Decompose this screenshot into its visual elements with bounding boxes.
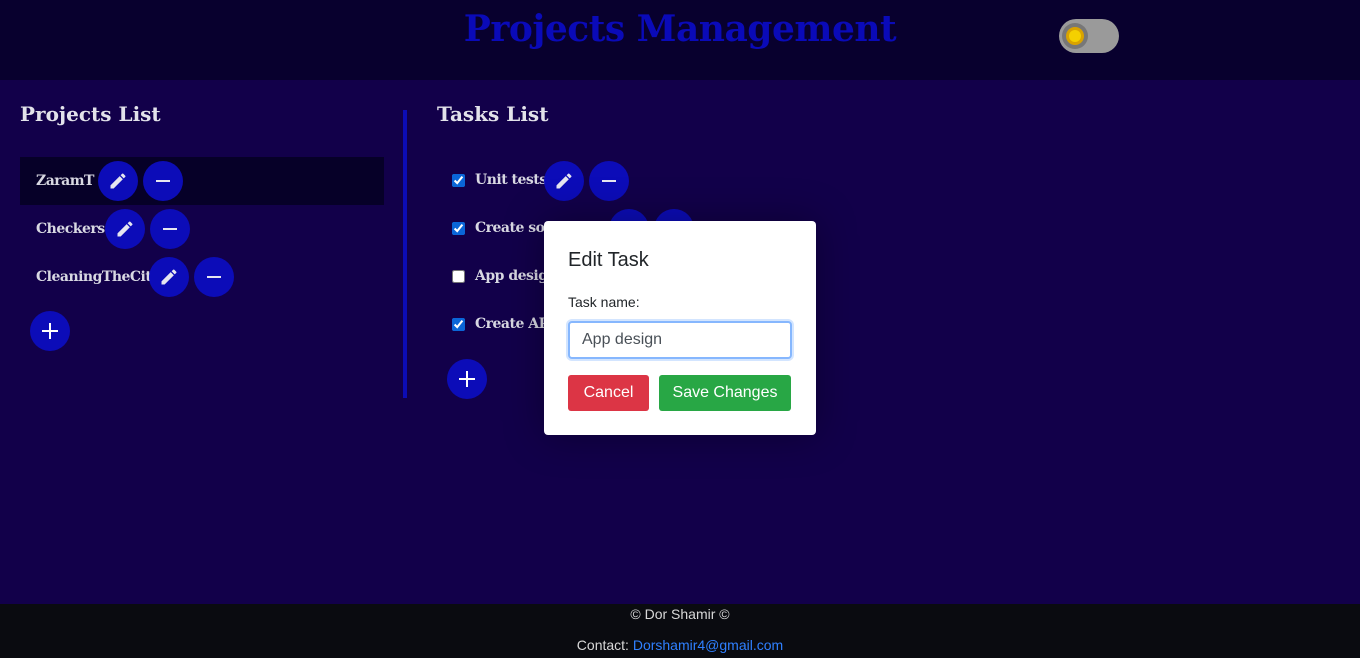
pencil-icon [556,173,572,189]
plus-icon [42,323,58,339]
task-item: Create API [452,309,555,339]
edit-task-modal: Edit Task Task name: Cancel Save Changes [544,221,816,435]
sun-icon [1069,30,1081,42]
minus-icon [156,180,170,182]
task-label: Unit tests [475,172,547,188]
cancel-button[interactable]: Cancel [568,375,649,411]
delete-project-button[interactable] [150,209,190,249]
task-checkbox[interactable] [452,269,465,283]
add-task-button[interactable] [447,359,487,399]
task-item: App design [452,261,558,291]
task-checkbox[interactable] [452,221,465,235]
app-title: Projects Management [463,8,897,50]
projects-list-title: Projects List [20,102,161,126]
project-label: ZaramT [36,173,94,189]
task-label: Create API [475,316,555,332]
add-project-button[interactable] [30,311,70,351]
theme-toggle[interactable] [1059,19,1119,53]
project-label: Checkers [36,221,105,237]
task-name-input[interactable] [568,321,792,359]
edit-project-button[interactable] [149,257,189,297]
pencil-icon [161,269,177,285]
copyright-text: © Dor Shamir © [630,606,730,622]
edit-project-button[interactable] [105,209,145,249]
plus-icon [459,371,475,387]
edit-task-button[interactable] [544,161,584,201]
contact-line: Contact: Dorshamir4@gmail.com [0,637,1360,653]
pencil-icon [117,221,133,237]
minus-icon [602,180,616,182]
project-label: CleaningTheCity [36,269,159,285]
task-item: Unit tests [452,165,547,195]
pencil-icon [110,173,126,189]
task-name-label: Task name: [568,294,640,310]
minus-icon [207,276,221,278]
delete-project-button[interactable] [194,257,234,297]
save-changes-button[interactable]: Save Changes [659,375,791,411]
minus-icon [163,228,177,230]
app-header: Projects Management [0,0,1360,80]
edit-project-button[interactable] [98,161,138,201]
toggle-knob[interactable] [1062,23,1088,49]
footer: © Dor Shamir © Contact: Dorshamir4@gmail… [0,604,1360,658]
task-checkbox[interactable] [452,173,465,187]
column-divider [403,110,407,398]
tasks-list-title: Tasks List [437,102,549,126]
task-checkbox[interactable] [452,317,465,331]
modal-title: Edit Task [568,249,649,271]
project-item-zaramt[interactable]: ZaramT [20,157,384,205]
delete-task-button[interactable] [589,161,629,201]
project-item-checkers[interactable]: Checkers [20,205,384,253]
contact-label: Contact: [576,637,629,653]
delete-project-button[interactable] [143,161,183,201]
contact-email-link[interactable]: Dorshamir4@gmail.com [633,637,783,653]
